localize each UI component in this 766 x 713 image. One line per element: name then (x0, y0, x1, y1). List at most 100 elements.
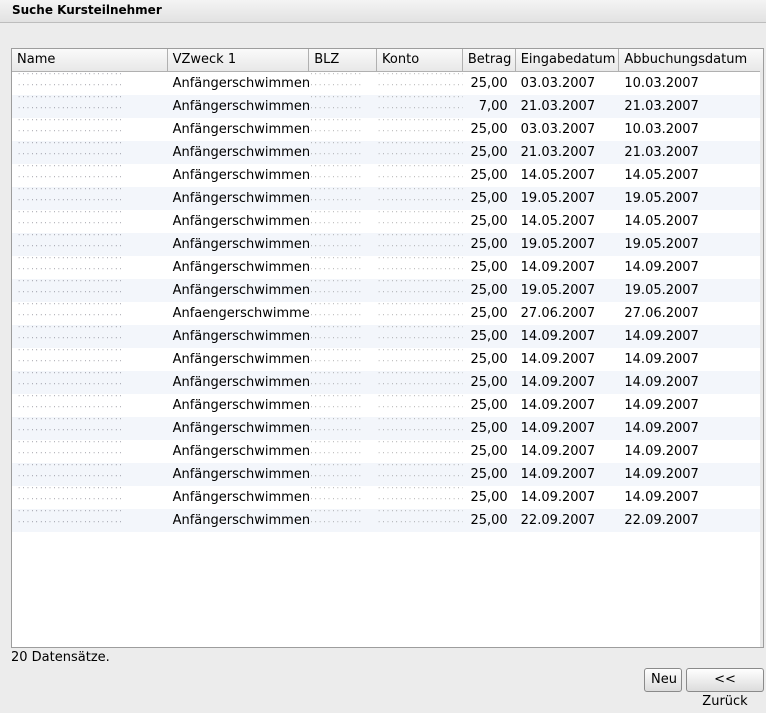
table-row[interactable]: ˙˙˙˙˙˙˙˙˙˙˙˙˙˙˙˙˙˙˙˙˙˙˙˙ ˙˙˙˙˙˙˙˙˙˙˙˙˙˙˙˙… (12, 72, 763, 95)
column-header-vzweck[interactable]: VZweck 1 (167, 49, 310, 71)
cell-blz-redacted: ˙˙˙˙˙˙˙˙˙˙˙˙ ˙˙˙˙˙˙˙˙˙˙˙˙ (309, 279, 377, 302)
redacted-text: ˙˙˙˙˙˙˙˙˙˙˙˙ (309, 280, 363, 288)
redacted-text: ˙˙˙˙˙˙˙˙˙˙˙˙˙˙˙˙˙˙˙˙˙˙˙˙ (17, 130, 123, 138)
cell-betrag: 25,00 (470, 306, 508, 321)
cell-vzweck: Anfängerschwimmen (172, 467, 310, 482)
redacted-text: ˙˙˙˙˙˙˙˙˙˙˙˙˙˙˙˙˙˙˙˙˙˙˙˙ (377, 280, 463, 288)
redacted-text: ˙˙˙˙˙˙˙˙˙˙˙˙ (309, 268, 363, 276)
cell-abbuchungsdatum: 19.05.2007 (624, 283, 699, 298)
vertical-scrollbar[interactable] (760, 71, 763, 647)
table-row[interactable]: ˙˙˙˙˙˙˙˙˙˙˙˙˙˙˙˙˙˙˙˙˙˙˙˙ ˙˙˙˙˙˙˙˙˙˙˙˙˙˙˙˙… (12, 440, 763, 463)
table-row[interactable]: ˙˙˙˙˙˙˙˙˙˙˙˙˙˙˙˙˙˙˙˙˙˙˙˙ ˙˙˙˙˙˙˙˙˙˙˙˙˙˙˙˙… (12, 279, 763, 302)
redacted-text: ˙˙˙˙˙˙˙˙˙˙˙˙˙˙˙˙˙˙˙˙˙˙˙˙ (377, 395, 463, 403)
cell-vzweck: Anfängerschwimmen (172, 191, 310, 206)
table-row[interactable]: ˙˙˙˙˙˙˙˙˙˙˙˙˙˙˙˙˙˙˙˙˙˙˙˙ ˙˙˙˙˙˙˙˙˙˙˙˙˙˙˙˙… (12, 256, 763, 279)
redacted-text: ˙˙˙˙˙˙˙˙˙˙˙˙˙˙˙˙˙˙˙˙˙˙˙˙ (17, 360, 123, 368)
cell-name-redacted: ˙˙˙˙˙˙˙˙˙˙˙˙˙˙˙˙˙˙˙˙˙˙˙˙ ˙˙˙˙˙˙˙˙˙˙˙˙˙˙˙˙… (12, 279, 168, 302)
redacted-text: ˙˙˙˙˙˙˙˙˙˙˙˙ (309, 142, 363, 150)
cell-eingabedatum: 14.05.2007 (520, 168, 596, 183)
column-header-blz[interactable]: BLZ (309, 49, 378, 71)
column-header-eingabedatum[interactable]: Eingabedatum (515, 49, 620, 71)
redacted-text: ˙˙˙˙˙˙˙˙˙˙˙˙˙˙˙˙˙˙˙˙˙˙˙˙ (17, 441, 123, 449)
cell-eingabedatum: 14.09.2007 (520, 421, 596, 436)
table-row[interactable]: ˙˙˙˙˙˙˙˙˙˙˙˙˙˙˙˙˙˙˙˙˙˙˙˙ ˙˙˙˙˙˙˙˙˙˙˙˙˙˙˙˙… (12, 463, 763, 486)
redacted-text: ˙˙˙˙˙˙˙˙˙˙˙˙ (309, 291, 363, 299)
cell-konto-redacted: ˙˙˙˙˙˙˙˙˙˙˙˙˙˙˙˙˙˙˙˙˙˙˙˙ ˙˙˙˙˙˙˙˙˙˙˙˙˙˙˙˙… (377, 325, 463, 348)
redacted-text: ˙˙˙˙˙˙˙˙˙˙˙˙ (309, 176, 363, 184)
cell-betrag: 25,00 (470, 421, 508, 436)
cell-vzweck: Anfängerschwimmen (172, 329, 310, 344)
redacted-text: ˙˙˙˙˙˙˙˙˙˙˙˙˙˙˙˙˙˙˙˙˙˙˙˙ (377, 96, 463, 104)
table-row[interactable]: ˙˙˙˙˙˙˙˙˙˙˙˙˙˙˙˙˙˙˙˙˙˙˙˙ ˙˙˙˙˙˙˙˙˙˙˙˙˙˙˙˙… (12, 164, 763, 187)
table-row[interactable]: ˙˙˙˙˙˙˙˙˙˙˙˙˙˙˙˙˙˙˙˙˙˙˙˙ ˙˙˙˙˙˙˙˙˙˙˙˙˙˙˙˙… (12, 417, 763, 440)
table-row[interactable]: ˙˙˙˙˙˙˙˙˙˙˙˙˙˙˙˙˙˙˙˙˙˙˙˙ ˙˙˙˙˙˙˙˙˙˙˙˙˙˙˙˙… (12, 302, 763, 325)
table-row[interactable]: ˙˙˙˙˙˙˙˙˙˙˙˙˙˙˙˙˙˙˙˙˙˙˙˙ ˙˙˙˙˙˙˙˙˙˙˙˙˙˙˙˙… (12, 325, 763, 348)
cell-blz-redacted: ˙˙˙˙˙˙˙˙˙˙˙˙ ˙˙˙˙˙˙˙˙˙˙˙˙ (309, 509, 377, 532)
redacted-text: ˙˙˙˙˙˙˙˙˙˙˙˙˙˙˙˙˙˙˙˙˙˙˙˙ (377, 199, 463, 207)
redacted-text: ˙˙˙˙˙˙˙˙˙˙˙˙˙˙˙˙˙˙˙˙˙˙˙˙ (377, 487, 463, 495)
results-table[interactable]: Name VZweck 1 BLZ Konto Betrag Eingabeda… (11, 48, 764, 648)
table-row[interactable]: ˙˙˙˙˙˙˙˙˙˙˙˙˙˙˙˙˙˙˙˙˙˙˙˙ ˙˙˙˙˙˙˙˙˙˙˙˙˙˙˙˙… (12, 95, 763, 118)
redacted-text: ˙˙˙˙˙˙˙˙˙˙˙˙˙˙˙˙˙˙˙˙˙˙˙˙ (377, 510, 463, 518)
cell-eingabedatum: 19.05.2007 (520, 237, 596, 252)
redacted-text: ˙˙˙˙˙˙˙˙˙˙˙˙ (309, 326, 363, 334)
table-row[interactable]: ˙˙˙˙˙˙˙˙˙˙˙˙˙˙˙˙˙˙˙˙˙˙˙˙ ˙˙˙˙˙˙˙˙˙˙˙˙˙˙˙˙… (12, 233, 763, 256)
back-button[interactable]: << Zurück (686, 668, 764, 709)
cell-eingabedatum: 21.03.2007 (520, 145, 596, 160)
redacted-text: ˙˙˙˙˙˙˙˙˙˙˙˙˙˙˙˙˙˙˙˙˙˙˙˙ (377, 521, 463, 529)
cell-konto-redacted: ˙˙˙˙˙˙˙˙˙˙˙˙˙˙˙˙˙˙˙˙˙˙˙˙ ˙˙˙˙˙˙˙˙˙˙˙˙˙˙˙˙… (377, 440, 463, 463)
cell-blz-redacted: ˙˙˙˙˙˙˙˙˙˙˙˙ ˙˙˙˙˙˙˙˙˙˙˙˙ (309, 164, 377, 187)
table-row[interactable]: ˙˙˙˙˙˙˙˙˙˙˙˙˙˙˙˙˙˙˙˙˙˙˙˙ ˙˙˙˙˙˙˙˙˙˙˙˙˙˙˙˙… (12, 141, 763, 164)
cell-abbuchungsdatum: 14.09.2007 (624, 490, 699, 505)
cell-vzweck: Anfängerschwimmen (172, 513, 310, 528)
title-bar: Suche Kursteilnehmer (0, 0, 766, 23)
column-header-konto[interactable]: Konto (377, 49, 463, 71)
cell-konto-redacted: ˙˙˙˙˙˙˙˙˙˙˙˙˙˙˙˙˙˙˙˙˙˙˙˙ ˙˙˙˙˙˙˙˙˙˙˙˙˙˙˙˙… (377, 302, 463, 325)
column-header-betrag[interactable]: Betrag (462, 49, 516, 71)
column-header-abbuchungsdatum[interactable]: Abbuchungsdatum (619, 49, 763, 71)
new-button[interactable]: Neu (644, 668, 682, 692)
cell-eingabedatum: 22.09.2007 (520, 513, 596, 528)
redacted-text: ˙˙˙˙˙˙˙˙˙˙˙˙˙˙˙˙˙˙˙˙˙˙˙˙ (17, 326, 123, 334)
cell-eingabedatum: 14.09.2007 (520, 260, 596, 275)
table-row[interactable]: ˙˙˙˙˙˙˙˙˙˙˙˙˙˙˙˙˙˙˙˙˙˙˙˙ ˙˙˙˙˙˙˙˙˙˙˙˙˙˙˙˙… (12, 509, 763, 532)
cell-vzweck: Anfängerschwimmen (172, 490, 310, 505)
table-row[interactable]: ˙˙˙˙˙˙˙˙˙˙˙˙˙˙˙˙˙˙˙˙˙˙˙˙ ˙˙˙˙˙˙˙˙˙˙˙˙˙˙˙˙… (12, 118, 763, 141)
redacted-text: ˙˙˙˙˙˙˙˙˙˙˙˙ (309, 84, 363, 92)
table-row[interactable]: ˙˙˙˙˙˙˙˙˙˙˙˙˙˙˙˙˙˙˙˙˙˙˙˙ ˙˙˙˙˙˙˙˙˙˙˙˙˙˙˙˙… (12, 371, 763, 394)
cell-konto-redacted: ˙˙˙˙˙˙˙˙˙˙˙˙˙˙˙˙˙˙˙˙˙˙˙˙ ˙˙˙˙˙˙˙˙˙˙˙˙˙˙˙˙… (377, 486, 463, 509)
cell-blz-redacted: ˙˙˙˙˙˙˙˙˙˙˙˙ ˙˙˙˙˙˙˙˙˙˙˙˙ (309, 394, 377, 417)
cell-vzweck: Anfängerschwimmen (172, 76, 310, 91)
cell-name-redacted: ˙˙˙˙˙˙˙˙˙˙˙˙˙˙˙˙˙˙˙˙˙˙˙˙ ˙˙˙˙˙˙˙˙˙˙˙˙˙˙˙˙… (12, 187, 168, 210)
table-row[interactable]: ˙˙˙˙˙˙˙˙˙˙˙˙˙˙˙˙˙˙˙˙˙˙˙˙ ˙˙˙˙˙˙˙˙˙˙˙˙˙˙˙˙… (12, 187, 763, 210)
redacted-text: ˙˙˙˙˙˙˙˙˙˙˙˙˙˙˙˙˙˙˙˙˙˙˙˙ (17, 268, 123, 276)
cell-eingabedatum: 14.09.2007 (520, 398, 596, 413)
redacted-text: ˙˙˙˙˙˙˙˙˙˙˙˙˙˙˙˙˙˙˙˙˙˙˙˙ (17, 349, 123, 357)
redacted-text: ˙˙˙˙˙˙˙˙˙˙˙˙˙˙˙˙˙˙˙˙˙˙˙˙ (377, 314, 463, 322)
redacted-text: ˙˙˙˙˙˙˙˙˙˙˙˙˙˙˙˙˙˙˙˙˙˙˙˙ (17, 73, 123, 81)
cell-blz-redacted: ˙˙˙˙˙˙˙˙˙˙˙˙ ˙˙˙˙˙˙˙˙˙˙˙˙ (309, 348, 377, 371)
redacted-text: ˙˙˙˙˙˙˙˙˙˙˙˙˙˙˙˙˙˙˙˙˙˙˙˙ (17, 107, 123, 115)
table-row[interactable]: ˙˙˙˙˙˙˙˙˙˙˙˙˙˙˙˙˙˙˙˙˙˙˙˙ ˙˙˙˙˙˙˙˙˙˙˙˙˙˙˙˙… (12, 210, 763, 233)
cell-name-redacted: ˙˙˙˙˙˙˙˙˙˙˙˙˙˙˙˙˙˙˙˙˙˙˙˙ ˙˙˙˙˙˙˙˙˙˙˙˙˙˙˙˙… (12, 486, 168, 509)
cell-eingabedatum: 14.09.2007 (520, 329, 596, 344)
table-row[interactable]: ˙˙˙˙˙˙˙˙˙˙˙˙˙˙˙˙˙˙˙˙˙˙˙˙ ˙˙˙˙˙˙˙˙˙˙˙˙˙˙˙˙… (12, 394, 763, 417)
redacted-text: ˙˙˙˙˙˙˙˙˙˙˙˙˙˙˙˙˙˙˙˙˙˙˙˙ (17, 418, 123, 426)
cell-abbuchungsdatum: 14.05.2007 (624, 168, 699, 183)
cell-abbuchungsdatum: 10.03.2007 (624, 122, 699, 137)
redacted-text: ˙˙˙˙˙˙˙˙˙˙˙˙˙˙˙˙˙˙˙˙˙˙˙˙ (17, 475, 123, 483)
column-header-name[interactable]: Name (12, 49, 168, 71)
cell-name-redacted: ˙˙˙˙˙˙˙˙˙˙˙˙˙˙˙˙˙˙˙˙˙˙˙˙ ˙˙˙˙˙˙˙˙˙˙˙˙˙˙˙˙… (12, 72, 168, 95)
redacted-text: ˙˙˙˙˙˙˙˙˙˙˙˙˙˙˙˙˙˙˙˙˙˙˙˙ (377, 291, 463, 299)
cell-name-redacted: ˙˙˙˙˙˙˙˙˙˙˙˙˙˙˙˙˙˙˙˙˙˙˙˙ ˙˙˙˙˙˙˙˙˙˙˙˙˙˙˙˙… (12, 164, 168, 187)
redacted-text: ˙˙˙˙˙˙˙˙˙˙˙˙˙˙˙˙˙˙˙˙˙˙˙˙ (17, 234, 123, 242)
cell-konto-redacted: ˙˙˙˙˙˙˙˙˙˙˙˙˙˙˙˙˙˙˙˙˙˙˙˙ ˙˙˙˙˙˙˙˙˙˙˙˙˙˙˙˙… (377, 187, 463, 210)
redacted-text: ˙˙˙˙˙˙˙˙˙˙˙˙˙˙˙˙˙˙˙˙˙˙˙˙ (377, 176, 463, 184)
redacted-text: ˙˙˙˙˙˙˙˙˙˙˙˙˙˙˙˙˙˙˙˙˙˙˙˙ (377, 107, 463, 115)
cell-eingabedatum: 19.05.2007 (520, 191, 596, 206)
cell-konto-redacted: ˙˙˙˙˙˙˙˙˙˙˙˙˙˙˙˙˙˙˙˙˙˙˙˙ ˙˙˙˙˙˙˙˙˙˙˙˙˙˙˙˙… (377, 509, 463, 532)
redacted-text: ˙˙˙˙˙˙˙˙˙˙˙˙˙˙˙˙˙˙˙˙˙˙˙˙ (17, 153, 123, 161)
cell-abbuchungsdatum: 14.09.2007 (624, 260, 699, 275)
table-row[interactable]: ˙˙˙˙˙˙˙˙˙˙˙˙˙˙˙˙˙˙˙˙˙˙˙˙ ˙˙˙˙˙˙˙˙˙˙˙˙˙˙˙˙… (12, 348, 763, 371)
table-row[interactable]: ˙˙˙˙˙˙˙˙˙˙˙˙˙˙˙˙˙˙˙˙˙˙˙˙ ˙˙˙˙˙˙˙˙˙˙˙˙˙˙˙˙… (12, 486, 763, 509)
